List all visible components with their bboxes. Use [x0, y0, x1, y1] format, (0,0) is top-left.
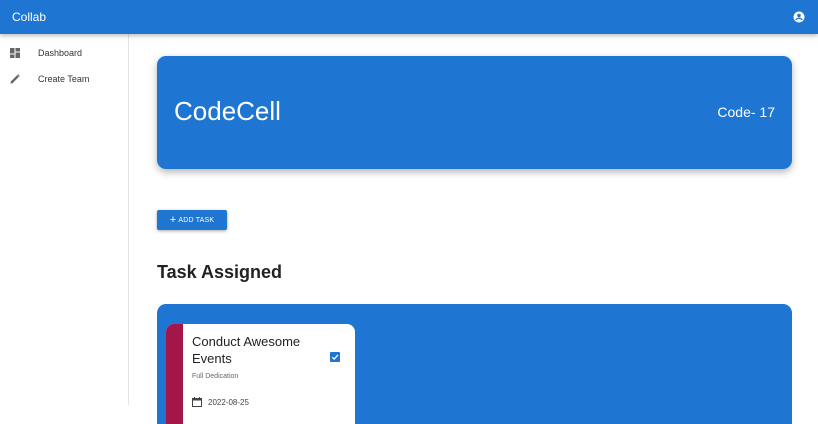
task-panel: Conduct Awesome Events Full Dedication 2…	[157, 304, 792, 424]
task-complete-checkbox[interactable]	[330, 352, 340, 362]
section-title: Task Assigned	[157, 262, 283, 282]
pencil-icon	[9, 73, 21, 85]
task-card[interactable]: Conduct Awesome Events Full Dedication 2…	[166, 324, 355, 424]
account-circle-icon[interactable]	[792, 10, 806, 24]
plus-icon: +	[169, 213, 177, 226]
sidebar-item-label: Dashboard	[38, 48, 83, 58]
task-color-stripe	[166, 324, 183, 424]
task-description: Full Dedication	[192, 373, 239, 380]
sidebar: Dashboard Create Team	[0, 34, 129, 405]
dashboard-icon	[9, 47, 21, 59]
add-task-label: ADD TASK	[178, 216, 215, 224]
task-date: 2022-08-25	[208, 397, 249, 407]
team-code: Code- 17	[717, 104, 775, 120]
sidebar-item-create-team[interactable]: Create Team	[0, 66, 128, 92]
app-title: Collab	[12, 10, 47, 24]
sidebar-item-label: Create Team	[38, 74, 90, 84]
add-task-button[interactable]: + ADD TASK	[157, 210, 227, 230]
team-card: CodeCell Code- 17	[157, 56, 792, 169]
task-title: Conduct Awesome Events	[192, 334, 301, 366]
app-bar: Collab	[0, 0, 818, 34]
main-content: CodeCell Code- 17 + ADD TASK Task Assign…	[129, 34, 818, 424]
team-name: CodeCell	[174, 96, 281, 126]
task-due-date: 2022-08-25	[192, 397, 249, 407]
calendar-icon	[192, 397, 202, 407]
sidebar-item-dashboard[interactable]: Dashboard	[0, 40, 128, 66]
